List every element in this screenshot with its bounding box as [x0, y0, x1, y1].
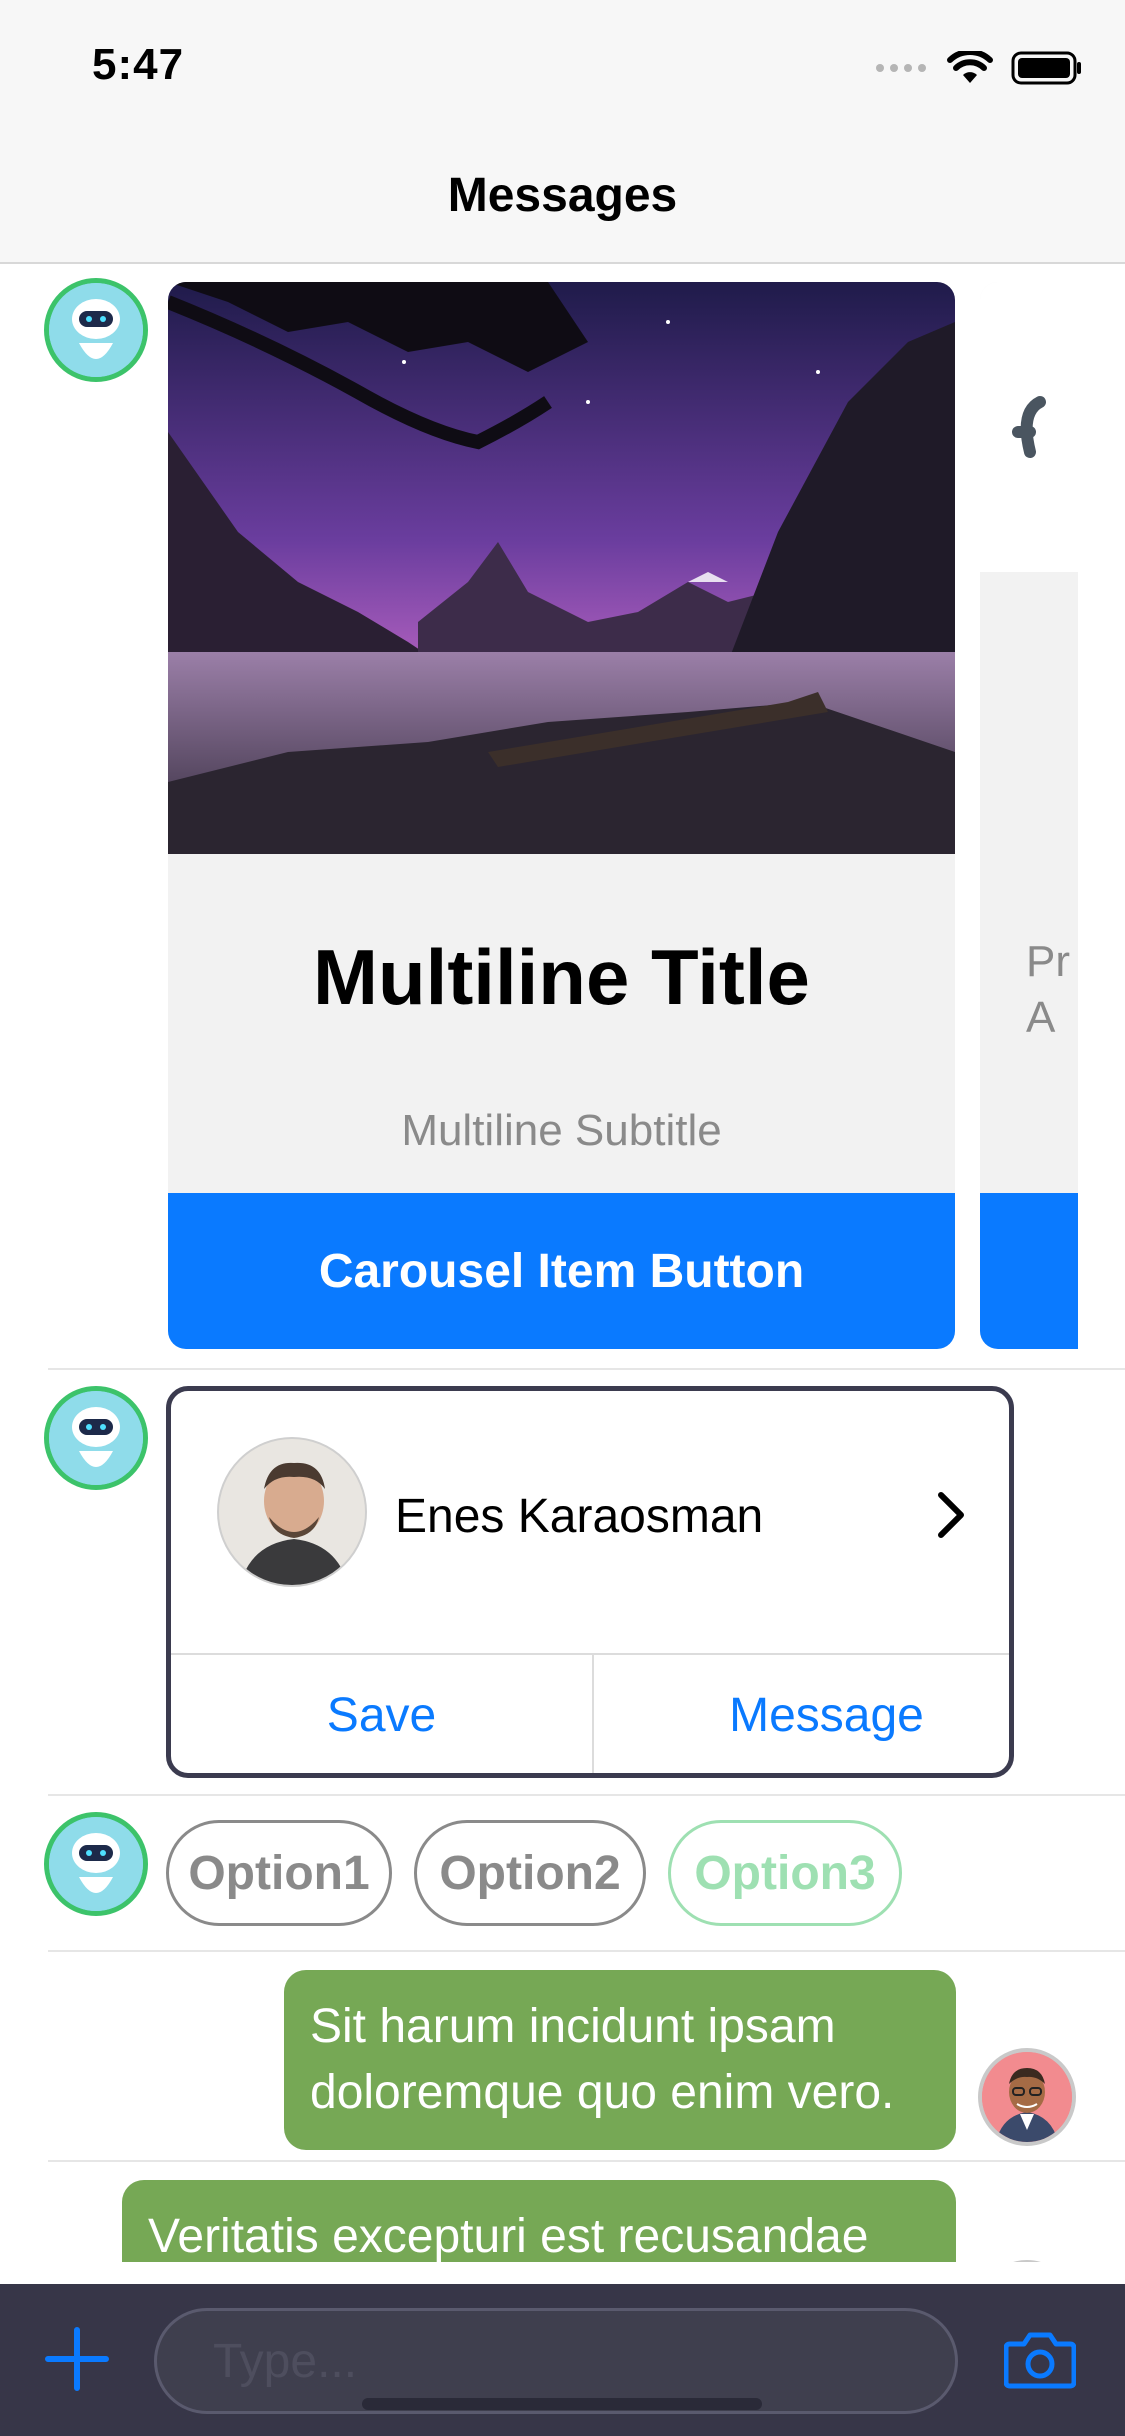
illustration-icon: [1012, 396, 1046, 458]
message-contact-button[interactable]: Message: [594, 1653, 1009, 1773]
person-avatar-icon: [982, 2052, 1072, 2142]
plus-icon[interactable]: [44, 2326, 110, 2392]
message-bubble[interactable]: Veritatis excepturi est recusandae: [122, 2180, 956, 2262]
divider: [48, 2160, 1125, 2162]
navigation-bar: 5:47 Messages: [0, 0, 1125, 264]
carousel-next-image: [980, 282, 1078, 572]
bot-avatar: [44, 278, 148, 382]
quick-reply-option3[interactable]: Option3: [668, 1820, 902, 1926]
home-indicator: [362, 2398, 762, 2410]
robot-icon: [49, 1391, 143, 1485]
battery-icon: [1011, 51, 1081, 85]
carousel-item-button[interactable]: Carousel Item Button: [168, 1193, 955, 1349]
input-bar: Type...: [0, 2284, 1125, 2436]
robot-icon: [49, 1817, 143, 1911]
cellular-signal-icon: [876, 64, 926, 72]
divider: [48, 1794, 1125, 1796]
user-avatar: [978, 2048, 1076, 2146]
quick-reply-option2[interactable]: Option2: [414, 1820, 646, 1926]
message-bubble[interactable]: Sit harum incidunt ipsam doloremque quo …: [284, 1970, 956, 2150]
contact-avatar: [217, 1437, 367, 1587]
contact-name: Enes Karaosman: [395, 1490, 764, 1543]
carousel-item[interactable]: Multiline Title Multiline Subtitle Carou…: [168, 282, 955, 1349]
user-avatar: [978, 2260, 1076, 2262]
chevron-right-icon[interactable]: [933, 1489, 969, 1541]
landscape-image: [168, 282, 955, 854]
carousel-title: Multiline Title: [313, 933, 810, 1021]
divider: [48, 1950, 1125, 1952]
divider: [48, 1368, 1125, 1370]
bot-avatar: [44, 1386, 148, 1490]
wifi-icon: [947, 51, 993, 83]
robot-icon: [49, 283, 143, 377]
bot-avatar: [44, 1812, 148, 1916]
carousel-item-next[interactable]: Pr A: [980, 282, 1078, 1349]
carousel-subtitle: Multiline Subtitle: [401, 1106, 722, 1155]
person-photo: [219, 1439, 365, 1585]
contact-card[interactable]: Enes Karaosman Save Message: [166, 1386, 1014, 1778]
page-title: Messages: [447, 169, 678, 222]
status-icons: [875, 48, 1083, 88]
quick-reply-option1[interactable]: Option1: [166, 1820, 392, 1926]
carousel-next-button[interactable]: [980, 1193, 1078, 1349]
status-time: 5:47: [92, 40, 185, 89]
carousel-next-subtitle: Pr A: [1026, 937, 1070, 1042]
save-contact-button[interactable]: Save: [171, 1653, 592, 1773]
message-list[interactable]: Multiline Title Multiline Subtitle Carou…: [0, 266, 1125, 2262]
camera-icon[interactable]: [1004, 2330, 1076, 2390]
